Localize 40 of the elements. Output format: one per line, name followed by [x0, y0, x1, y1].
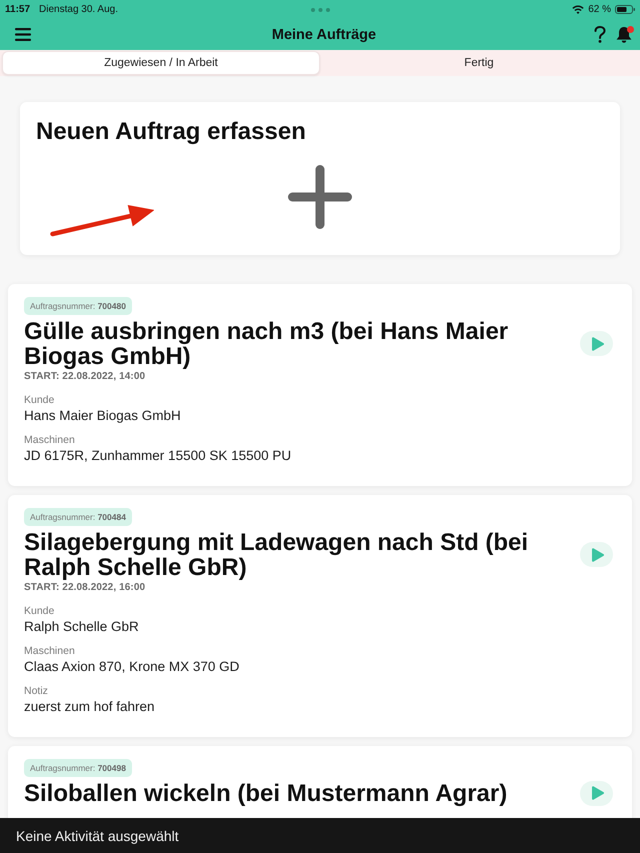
field-value: zuerst zum hof fahren — [24, 698, 155, 715]
battery-percent: 62 % — [588, 4, 611, 15]
field-label: Kunde — [24, 605, 54, 618]
field-label: Notiz — [24, 685, 48, 698]
status-date: Dienstag 30. Aug. — [39, 4, 118, 15]
order-number-badge: Auftragsnummer: 700498 — [24, 759, 132, 777]
order-title: Siloballen wickeln (bei Mustermann Agrar) — [24, 780, 508, 806]
more-dots-icon[interactable] — [310, 8, 330, 12]
field-label: Maschinen — [24, 645, 75, 658]
bell-icon[interactable] — [615, 26, 633, 44]
screen-title: Meine Aufträge — [272, 26, 376, 42]
order-number-badge: Auftragsnummer: 700484 — [24, 508, 132, 526]
new-order-card[interactable]: Neuen Auftrag erfassen — [20, 102, 620, 255]
start-time: START: 22.08.2022, 14:00 — [24, 371, 146, 383]
plus-icon[interactable] — [288, 165, 352, 229]
help-icon[interactable] — [594, 26, 606, 43]
tab[interactable]: Zugewiesen / In Arbeit — [2, 51, 320, 75]
field-value: JD 6175R, Zunhammer 15500 SK 15500 PU — [24, 447, 292, 464]
order-card[interactable]: Auftragsnummer: 700480 Gülle ausbringen nach m3 (bei Hans Maier Biogas GmbH) START: 22.08.2022, 14:00 Kunde Hans Maier Biogas GmbH Maschinen JD 6175R, Zunhammer 15500 SK 15500 PU — [8, 284, 632, 486]
play-icon — [592, 548, 604, 562]
menu-icon[interactable] — [15, 28, 31, 41]
order-number-badge: Auftragsnummer: 700480 — [24, 297, 132, 315]
battery-icon — [615, 5, 635, 14]
order-card[interactable]: Auftragsnummer: 700498 Siloballen wickeln (bei Mustermann Agrar) — [8, 746, 632, 818]
field-value: Hans Maier Biogas GmbH — [24, 407, 181, 424]
activity-status: Keine Aktivität ausgewählt — [16, 828, 179, 844]
play-icon — [592, 336, 604, 350]
field-value: Claas Axion 870, Krone MX 370 GD — [24, 658, 240, 675]
wifi-icon — [572, 5, 584, 14]
order-title: Gülle ausbringen nach m3 (bei Hans Maier Biogas GmbH) — [24, 318, 510, 368]
order-title: Silagebergung mit Ladewagen nach Std (bei Ralph Schelle GbR) — [24, 530, 530, 580]
play-icon — [592, 786, 604, 800]
field-label: Maschinen — [24, 434, 75, 447]
status-time: 11:57 — [5, 4, 30, 15]
field-value: Ralph Schelle GbR — [24, 618, 139, 635]
tab[interactable]: Fertig — [320, 51, 638, 75]
order-card[interactable] — [8, 495, 632, 737]
start-time: START: 22.08.2022, 16:00 — [24, 582, 146, 594]
field-label: Kunde — [24, 394, 54, 407]
new-order-title: Neuen Auftrag erfassen — [36, 117, 307, 147]
